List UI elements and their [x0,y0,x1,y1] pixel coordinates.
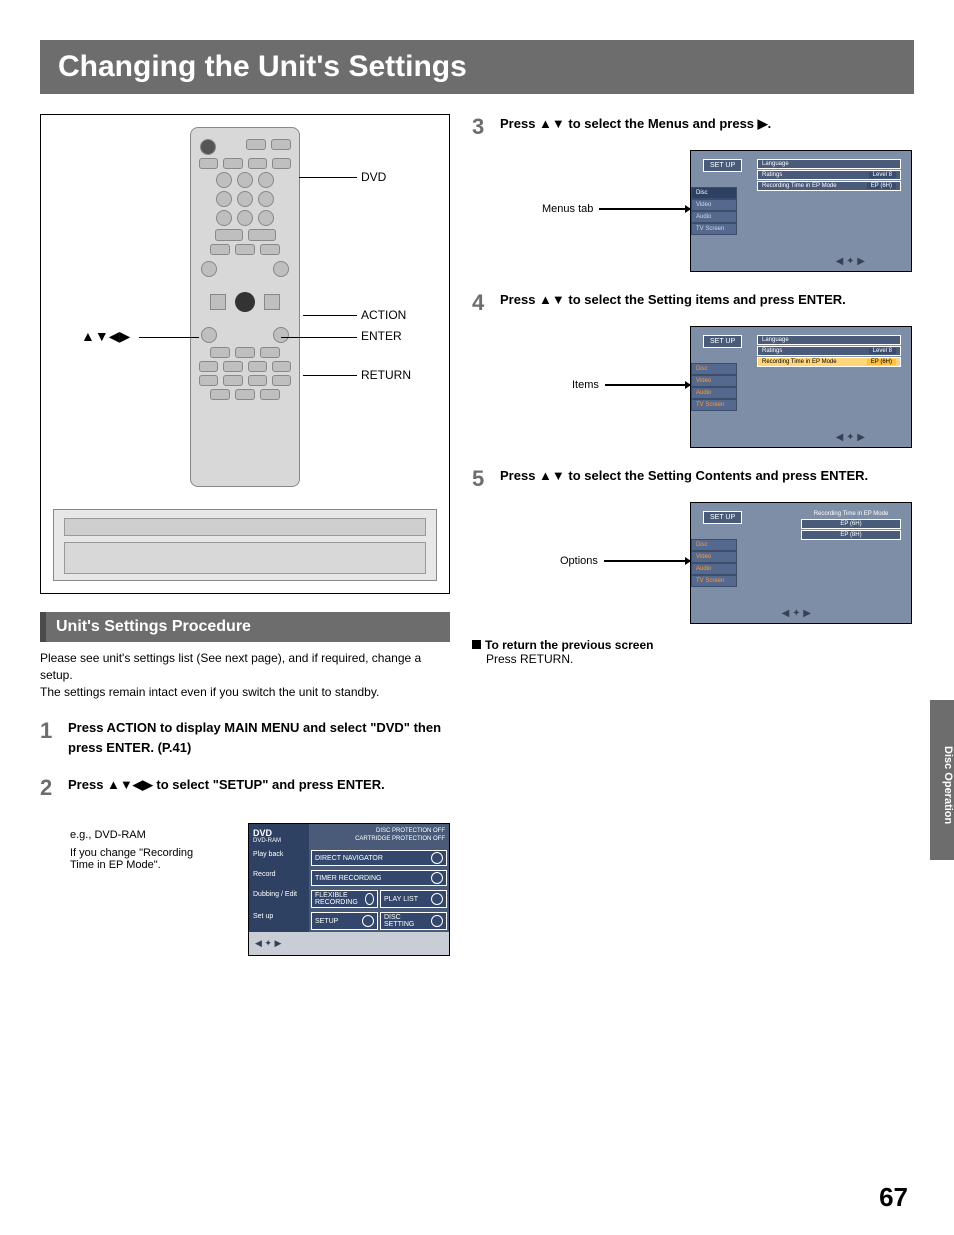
cell-flex-rec: FLEXIBLE RECORDING [315,892,365,906]
page-number: 67 [879,1182,908,1213]
osd-item-rectime-val: EP (6H) [867,183,896,189]
right-column: 3 Press ▲▼ to select the Menus and press… [472,114,912,956]
unit-outline [53,509,437,581]
return-block: To return the previous screen Press RETU… [472,638,912,666]
label-arrows: ▲▼◀▶ [81,328,130,345]
osd-label-menus: Menus tab [542,203,593,215]
osd-side-video: Video [691,375,737,387]
dvd-row-setup: Set up [249,910,309,932]
leader-arrow-icon [599,208,690,210]
step-5: 5 Press ▲▼ to select the Setting Content… [472,466,912,492]
osd-item-ratings-val: Level 8 [869,172,896,178]
step-3: 3 Press ▲▼ to select the Menus and press… [472,114,912,140]
step-text: Press ▲▼ to select the Setting Contents … [500,466,912,486]
section-heading: Unit's Settings Procedure [40,612,450,642]
step-number: 4 [472,290,490,316]
osd-label-options: Options [560,555,598,567]
osd-side-audio: Audio [691,211,737,223]
page-title: Changing the Unit's Settings [40,40,914,94]
cell-timer-rec: TIMER RECORDING [315,875,382,882]
osd-side-video: Video [691,551,737,563]
label-dvd: DVD [361,170,386,184]
osd-step5: SET UP Recording Time in EP Mode EP (6H)… [690,502,912,624]
osd-item-rectime-val: EP (6H) [867,359,896,365]
dvd-menu-title: DVD [253,828,305,838]
osd-opt-a: EP (6H) [840,521,861,527]
osd-item-language: Language [762,337,789,343]
osd-side-audio: Audio [691,387,737,399]
label-action: ACTION [361,308,406,322]
cell-direct-nav: DIRECT NAVIGATOR [315,855,383,862]
dvd-row-playback: Play back [249,848,309,868]
square-bullet-icon [472,640,481,649]
dvd-row-record: Record [249,868,309,888]
nav-diamond-icon: ◀ ✦ ▶ [836,432,865,443]
osd-side-audio: Audio [691,563,737,575]
osd-item-ratings: Ratings [762,348,782,354]
osd-item-rectime: Recording Time in EP Mode [762,183,837,189]
osd-side-tv: TV Screen [691,223,737,235]
cell-disc-setting: DISC SETTING [384,914,431,928]
osd-item-ratings-val: Level 8 [869,348,896,354]
osd-side-disc: Disc [691,539,737,551]
intro-text-1: Please see unit's settings list (See nex… [40,650,450,684]
remote-outline [190,127,300,487]
label-enter: ENTER [361,329,402,343]
step-1: 1 Press ACTION to display MAIN MENU and … [40,718,450,757]
osd-opt-b: EP (8H) [840,532,861,538]
step-2: 2 Press ▲▼◀▶ to select "SETUP" and press… [40,775,450,801]
osd-item-language: Language [762,161,789,167]
step-number: 2 [40,775,58,801]
step-text: Press ACTION to display MAIN MENU and se… [68,718,450,757]
cell-setup: SETUP [315,918,338,925]
intro-text-2: The settings remain intact even if you s… [40,684,450,701]
leader-arrow-icon [605,384,690,386]
return-body: Press RETURN. [486,652,912,666]
step-number: 5 [472,466,490,492]
left-column: DVD ACTION ENTER RETURN ▲▼◀▶ Unit's Sett… [40,114,450,956]
dvd-menu-status1: DISC PROTECTION OFF [313,828,445,836]
step-text: Press ▲▼ to select the Menus and press ▶… [500,114,912,134]
remote-diagram: DVD ACTION ENTER RETURN ▲▼◀▶ [40,114,450,594]
leader-arrow-icon [604,560,690,562]
label-return: RETURN [361,368,411,382]
step-text: Press ▲▼ to select the Setting items and… [500,290,912,310]
osd-item-rectime: Recording Time in EP Mode [762,359,837,365]
nav-diamond-icon: ◀ ✦ ▶ [782,608,811,619]
side-tab-disc-operation: Disc Operation [930,700,954,860]
content-columns: DVD ACTION ENTER RETURN ▲▼◀▶ Unit's Sett… [40,114,914,956]
nav-diamond-icon: ◀ ✦ ▶ [836,256,865,267]
osd-setup-tab: SET UP [703,511,742,524]
osd-side-tv: TV Screen [691,575,737,587]
cell-play-list: PLAY LIST [384,896,418,903]
step-text: Press ▲▼◀▶ to select "SETUP" and press E… [68,775,450,795]
dvd-menu-screenshot: DVD DVD-RAM DISC PROTECTION OFF CARTRIDG… [248,823,450,956]
osd-side-tv: TV Screen [691,399,737,411]
step2-note-l2: If you change "Recording Time in EP Mode… [70,847,210,871]
dvd-menu-status2: CARTRIDGE PROTECTION OFF [313,836,445,844]
osd-setup-tab: SET UP [703,159,742,172]
dvd-row-dubbing: Dubbing / Edit [249,888,309,910]
osd-label-items: Items [572,379,599,391]
osd-side-disc: Disc [691,187,737,199]
osd-setup-tab: SET UP [703,335,742,348]
step-number: 3 [472,114,490,140]
step-number: 1 [40,718,58,744]
osd-item-ratings: Ratings [762,172,782,178]
step-4: 4 Press ▲▼ to select the Setting items a… [472,290,912,316]
page: Changing the Unit's Settings [0,0,954,1235]
osd-opt-title: Recording Time in EP Mode [801,511,901,517]
dvd-menu-sub: DVD-RAM [253,838,305,844]
osd-side-disc: Disc [691,363,737,375]
osd-step4: SET UP Language Ratings Level 8 Recording… [690,326,912,448]
return-heading: To return the previous screen [485,638,654,652]
osd-step3: SET UP Language Ratings Level 8 Recording… [690,150,912,272]
osd-side-video: Video [691,199,737,211]
step2-note-l1: e.g., DVD-RAM [70,829,210,841]
